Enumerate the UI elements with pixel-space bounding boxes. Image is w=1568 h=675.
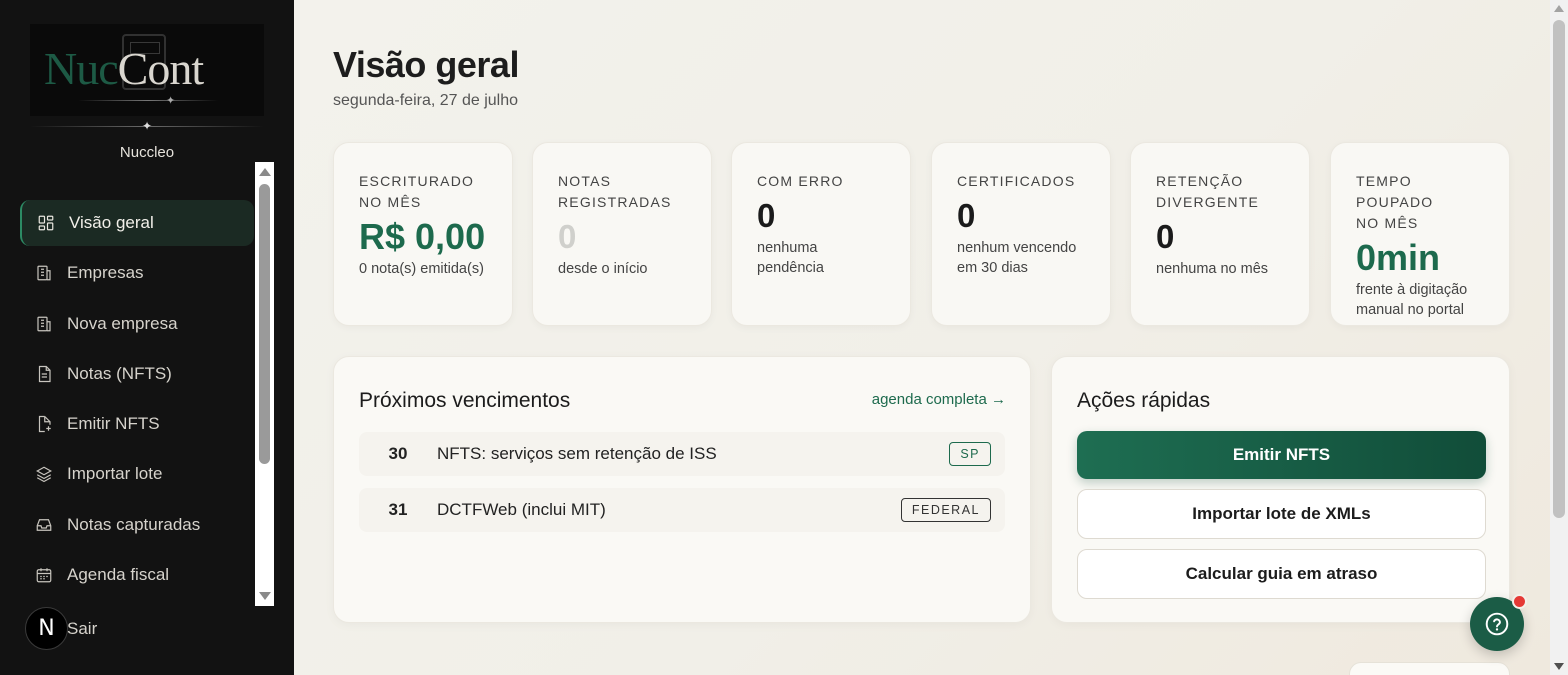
due-description: NFTS: serviços sem retenção de ISS: [437, 444, 717, 463]
stat-card-tempo-poupado: TEMPO POUPADO NO MÊS 0min frente à digita…: [1330, 142, 1510, 326]
scroll-up-arrow-icon[interactable]: [259, 168, 271, 176]
stat-sub: 0 nota(s) emitida(s): [359, 261, 484, 277]
inbox-icon: [34, 515, 54, 535]
sidebar-item-label: Visão geral: [69, 213, 154, 232]
logout-link[interactable]: Sair: [67, 619, 97, 639]
emitir-nfts-button[interactable]: Emitir NFTS: [1077, 431, 1486, 479]
sidebar-item-importar-lote[interactable]: Importar lote: [20, 451, 254, 497]
sidebar-item-label: Emitir NFTS: [67, 414, 160, 434]
sidebar-item-emitir-nfts[interactable]: Emitir NFTS: [20, 401, 254, 447]
stat-card-retencao-divergente: RETENÇÃO DIVERGENTE 0 nenhuma no mês: [1130, 142, 1310, 326]
stat-card-notas-registradas: NOTAS REGISTRADAS 0 desde o início: [532, 142, 712, 326]
stat-sub: nenhum vencendo em 30 dias: [957, 240, 1077, 276]
sidebar-item-label: Notas (NFTS): [67, 363, 172, 383]
dashboard-icon: [36, 213, 56, 233]
agenda-completa-link[interactable]: agenda completa →: [872, 391, 1006, 408]
stat-label: RETENÇÃO DIVERGENTE: [1156, 173, 1260, 210]
layers-icon: [34, 464, 54, 484]
calcular-guia-button[interactable]: Calcular guia em atraso: [1077, 549, 1486, 599]
stat-card-escriturado: ESCRITURADO NO MÊS R$ 0,00 0 nota(s) emit…: [333, 142, 513, 326]
document-icon: [34, 364, 54, 384]
sparkle-icon: ✦: [142, 119, 153, 133]
stat-label: ESCRITURADO NO MÊS: [359, 173, 475, 210]
scrollbar-thumb[interactable]: [1553, 20, 1565, 518]
due-day: 31: [388, 500, 408, 519]
avatar[interactable]: N: [25, 607, 68, 650]
stat-value: 0: [558, 218, 577, 255]
stat-label: NOTAS REGISTRADAS: [558, 173, 672, 210]
page-title: Visão geral: [333, 44, 519, 85]
sidebar-item-label: Notas capturadas: [67, 514, 201, 534]
main-content: Visão geral segunda-feira, 27 de julho E…: [294, 0, 1550, 675]
stat-card-com-erro: COM ERRO 0 nenhuma pendência: [731, 142, 911, 326]
due-description: DCTFWeb (inclui MIT): [437, 500, 606, 519]
stat-sub: desde o início: [558, 261, 648, 277]
sidebar-item-label: Importar lote: [67, 464, 163, 484]
sidebar-item-nova-empresa[interactable]: Nova empresa: [20, 301, 254, 347]
stat-label: CERTIFICADOS: [957, 173, 1076, 189]
logo-text: NucCont: [44, 43, 204, 94]
stat-card-certificados: CERTIFICADOS 0 nenhum vencendo em 30 dias: [931, 142, 1111, 326]
sidebar-item-label: Nova empresa: [67, 313, 178, 333]
panel-title: Ações rápidas: [1077, 389, 1211, 412]
sidebar-item-label: Empresas: [67, 263, 144, 283]
calendar-icon: [34, 565, 54, 585]
scroll-down-arrow-icon[interactable]: [259, 592, 271, 600]
list-item[interactable]: 30 NFTS: serviços sem retenção de ISS SP: [359, 432, 1005, 476]
stat-value: 0min: [1356, 237, 1441, 278]
jurisdiction-badge: FEDERAL: [900, 498, 991, 522]
sidebar-item-notas-capturadas[interactable]: Notas capturadas: [20, 502, 254, 548]
sidebar-scrollbar[interactable]: [255, 162, 274, 606]
page-scrollbar[interactable]: [1550, 0, 1568, 675]
scroll-up-arrow-icon[interactable]: [1554, 5, 1564, 12]
star-icon: ✦: [166, 95, 176, 107]
importar-lote-button[interactable]: Importar lote de XMLs: [1077, 489, 1486, 539]
list-item[interactable]: 31 DCTFWeb (inclui MIT) FEDERAL: [359, 488, 1005, 532]
stat-value: 0: [757, 197, 776, 234]
due-day: 30: [388, 444, 408, 463]
panel-title: Próximos vencimentos: [359, 389, 571, 412]
stat-sub: nenhuma pendência: [757, 240, 824, 276]
proximos-vencimentos-panel: Próximos vencimentos agenda completa → 3…: [333, 356, 1031, 623]
page-date: segunda-feira, 27 de julho: [333, 92, 519, 109]
sidebar-item-empresas[interactable]: Empresas: [20, 250, 254, 296]
scrollbar-thumb[interactable]: [259, 184, 270, 464]
acoes-rapidas-panel: Ações rápidas Emitir NFTS Importar lote …: [1051, 356, 1510, 623]
file-plus-icon: [34, 414, 54, 434]
sidebar-item-visao-geral[interactable]: Visão geral: [20, 200, 254, 246]
brand-name: Nuccleo: [119, 144, 175, 161]
logo[interactable]: NucCont ✦: [30, 24, 264, 116]
stat-sub: nenhuma no mês: [1156, 261, 1269, 277]
building-icon: [34, 263, 54, 283]
stat-value: 0: [957, 197, 976, 234]
scroll-down-arrow-icon[interactable]: [1554, 663, 1564, 670]
stat-value: 0: [1156, 218, 1175, 255]
sidebar-nav: Visão geral Empresas Nova empresa Notas …: [20, 200, 254, 602]
stat-label: TEMPO POUPADO NO MÊS: [1356, 173, 1434, 231]
stat-sub: frente à digitação manual no portal: [1356, 282, 1468, 318]
jurisdiction-badge: SP: [949, 442, 991, 466]
building-plus-icon: [34, 314, 54, 334]
logo-divider: [78, 100, 218, 101]
stat-value: R$ 0,00: [359, 216, 486, 257]
sidebar-item-notas[interactable]: Notas (NFTS): [20, 351, 254, 397]
stat-label: COM ERRO: [757, 173, 844, 189]
notification-dot: [1512, 594, 1527, 609]
help-icon: [1485, 612, 1509, 636]
sidebar: NucCont ✦ ✦ Nuccleo Visão geral Empresas…: [0, 0, 294, 675]
sidebar-item-label: Agenda fiscal: [67, 565, 170, 585]
partial-card: [1349, 662, 1510, 675]
sidebar-item-agenda-fiscal[interactable]: Agenda fiscal: [20, 552, 254, 598]
